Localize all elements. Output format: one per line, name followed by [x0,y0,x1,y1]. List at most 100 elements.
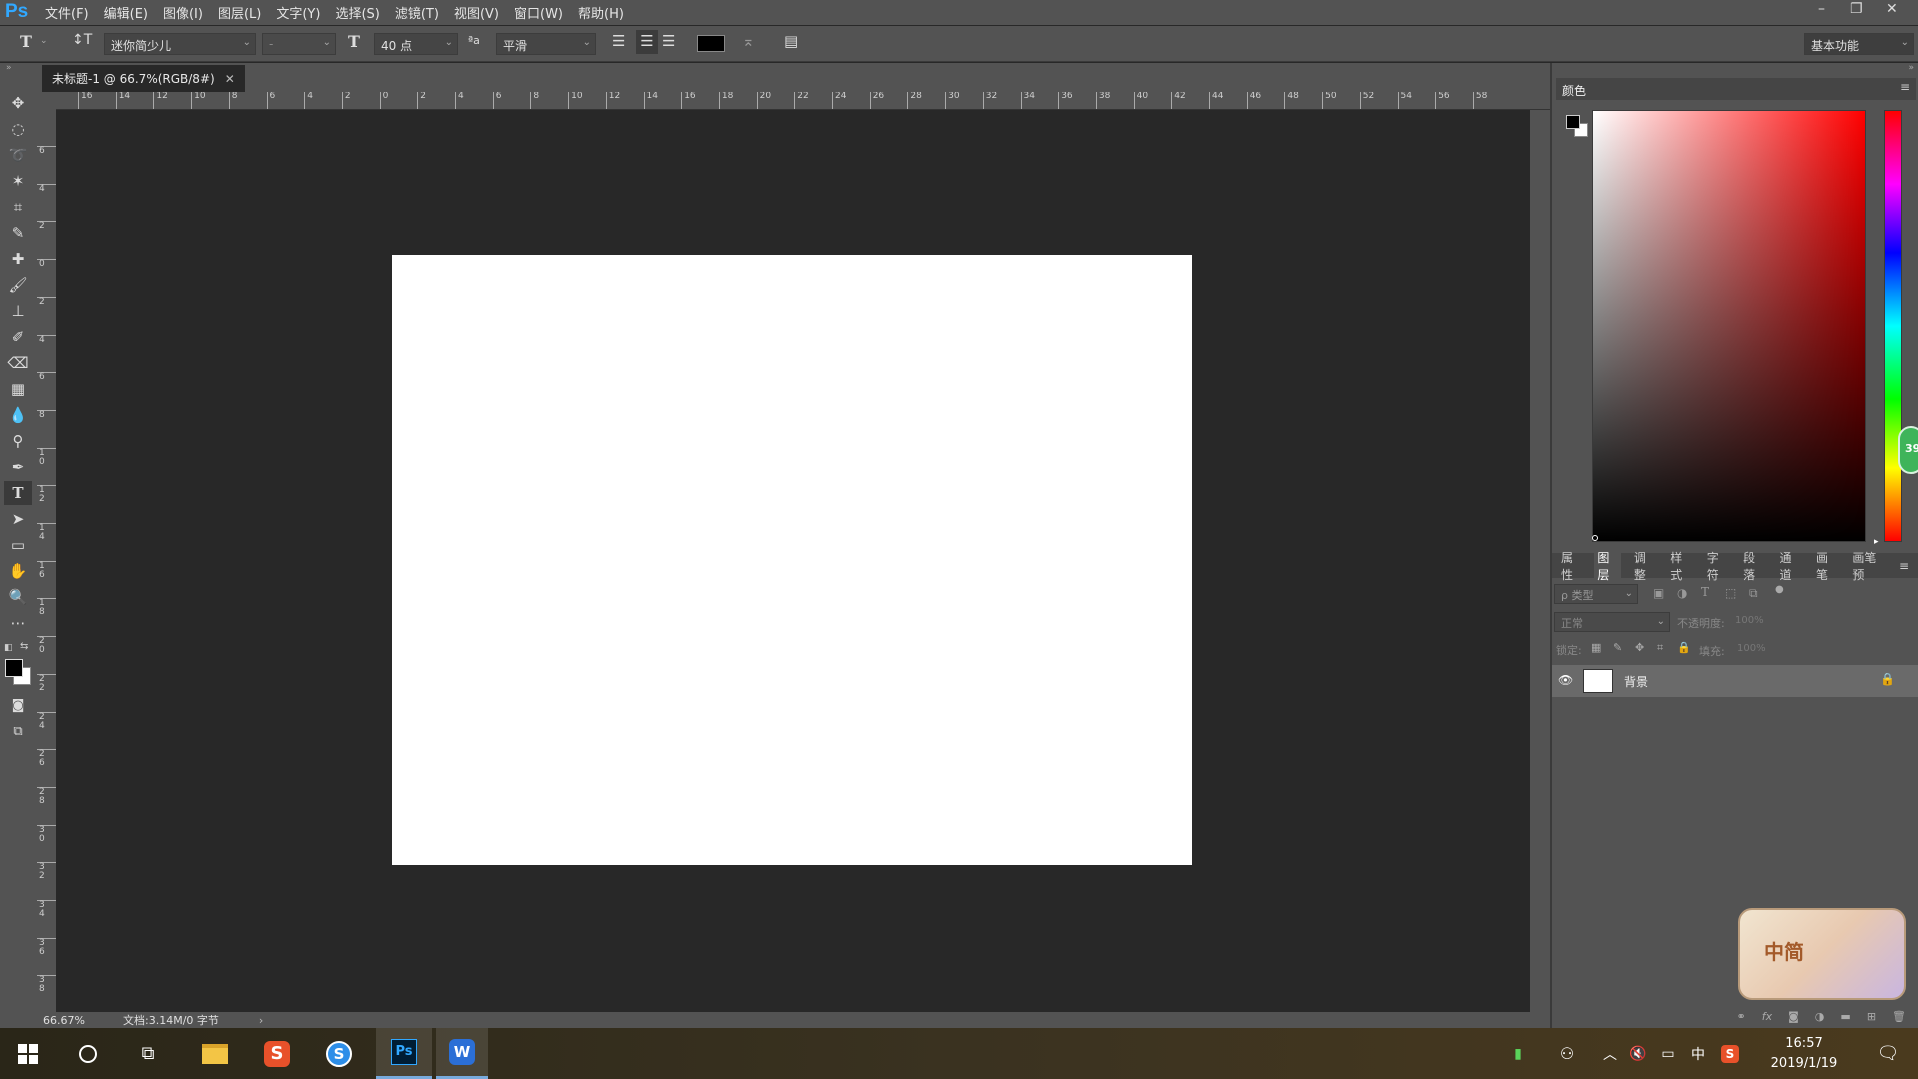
cortana-icon[interactable] [68,1028,108,1079]
add-mask-icon[interactable]: ◙ [1788,1010,1799,1023]
layer-filter-select[interactable]: ρ 类型 ⌄ [1554,584,1638,604]
pen-tool-icon[interactable]: ✒ [4,455,32,479]
tab-paragraph[interactable]: 段落 [1740,546,1766,586]
lock-artboard-icon[interactable]: ⌗ [1657,641,1663,655]
floating-badge[interactable]: 39 [1898,426,1918,474]
people-icon[interactable]: ⚇ [1552,1028,1582,1079]
magic-wand-tool-icon[interactable]: ✶ [4,169,32,193]
minimize-button[interactable]: – [1818,1,1825,17]
filter-toggle-icon[interactable]: ● [1775,584,1784,595]
expand-arrow-icon[interactable]: » [1908,63,1914,73]
swap-colors-icon[interactable]: ⇆ [20,641,28,652]
brush-tool-icon[interactable]: 🖌 [4,273,32,297]
blur-tool-icon[interactable]: 💧 [4,403,32,427]
hand-tool-icon[interactable]: ✋ [4,559,32,583]
antialias-select[interactable]: 平滑 ⌄ [496,33,596,55]
filter-type-icon[interactable]: T [1701,585,1709,599]
workspace-select[interactable]: 基本功能 ⌄ [1804,33,1914,55]
lasso-tool-icon[interactable]: ➰ [4,143,32,167]
menu-help[interactable]: 帮助(H) [578,3,624,22]
zoom-tool-icon[interactable]: 🔍 [4,585,32,609]
sogou-input-icon[interactable]: S [254,1028,300,1079]
color-panel-title[interactable]: 颜色 [1562,82,1586,99]
fill-value[interactable]: 100% [1737,643,1766,654]
history-brush-tool-icon[interactable]: ✐ [4,325,32,349]
warp-text-icon[interactable]: ⌅ [742,32,755,50]
color-picker-field[interactable] [1592,110,1866,542]
close-tab-icon[interactable]: ✕ [225,72,235,86]
filter-smart-object-icon[interactable]: ⧉ [1749,586,1758,601]
font-style-select[interactable]: - ⌄ [262,33,336,55]
filter-shape-icon[interactable]: ⬚ [1725,586,1736,600]
more-tools-icon[interactable]: ⋯ [4,611,32,635]
lock-pixels-icon[interactable]: ✎ [1613,641,1622,654]
wps-writer-icon[interactable]: W [436,1028,488,1079]
adjustment-layer-icon[interactable]: ◑ [1815,1010,1825,1023]
tab-brush-presets[interactable]: 画笔预 [1849,546,1886,586]
filter-adjustment-icon[interactable]: ◑ [1677,586,1687,600]
delete-layer-icon[interactable]: 🗑 [1892,1010,1906,1023]
tab-character[interactable]: 字符 [1704,546,1730,586]
chevron-up-icon[interactable]: ︿ [1598,1028,1622,1079]
layer-row[interactable]: 👁 背景 🔒 [1552,665,1918,697]
layer-name[interactable]: 背景 [1624,673,1648,690]
menu-view[interactable]: 视图(V) [454,3,499,22]
type-tool-icon[interactable]: T [4,481,32,505]
battery-icon[interactable]: ▭ [1656,1028,1680,1079]
font-family-select[interactable]: 迷你简少儿 ⌄ [104,33,256,55]
menu-select[interactable]: 选择(S) [335,3,379,22]
hue-slider[interactable] [1884,110,1902,542]
panel-menu-icon[interactable]: ≡ [1896,556,1912,576]
align-left-icon[interactable]: ☰ [612,32,625,50]
sogou-tray-icon[interactable]: S [1718,1028,1742,1079]
menu-file[interactable]: 文件(F) [45,3,89,22]
new-group-icon[interactable]: ▬ [1840,1010,1850,1023]
lock-position-icon[interactable]: ✥ [1635,641,1644,654]
clone-stamp-tool-icon[interactable]: ⊥ [4,299,32,323]
chevron-right-icon[interactable]: › [259,1014,263,1027]
tab-channels[interactable]: 通道 [1777,546,1803,586]
tab-properties[interactable]: 属性 [1558,546,1584,586]
clock[interactable]: 16:57 2019/1/19 [1752,1028,1856,1079]
eye-icon[interactable]: 👁 [1558,673,1573,687]
task-view-icon[interactable]: ⧉ [128,1028,168,1079]
crop-tool-icon[interactable]: ⌗ [4,195,32,219]
volume-muted-icon[interactable]: 🔇 [1626,1028,1650,1079]
font-size-select[interactable]: 40 点 ⌄ [374,33,458,55]
foreground-color-swatch[interactable] [5,659,23,677]
move-tool-icon[interactable]: ✥ [4,91,32,115]
menu-filter[interactable]: 滤镜(T) [395,3,439,22]
eraser-tool-icon[interactable]: ⌫ [4,351,32,375]
tab-adjustments[interactable]: 调整 [1631,546,1657,586]
tab-layers[interactable]: 图层 [1594,545,1621,586]
eyedropper-tool-icon[interactable]: ✎ [4,221,32,245]
collapse-arrow-icon[interactable]: » [6,63,12,73]
panel-menu-icon[interactable]: ≡ [1900,80,1910,94]
tab-brush[interactable]: 画笔 [1813,546,1839,586]
color-picker-cursor[interactable] [1592,535,1598,541]
chevron-down-icon[interactable]: ⌄ [40,36,48,46]
file-explorer-icon[interactable] [192,1028,238,1079]
battery-app-icon[interactable]: ▮ [1506,1028,1530,1079]
text-color-swatch[interactable] [697,35,725,52]
fx-icon[interactable]: fx [1762,1010,1772,1023]
align-right-icon[interactable]: ☰ [662,32,675,50]
rectangle-tool-icon[interactable]: ▭ [4,533,32,557]
document-canvas[interactable] [392,255,1192,865]
menu-layer[interactable]: 图层(L) [218,3,261,22]
dodge-tool-icon[interactable]: ⚲ [4,429,32,453]
lock-all-icon[interactable]: 🔒 [1677,641,1691,654]
path-selection-tool-icon[interactable]: ➤ [4,507,32,531]
opacity-value[interactable]: 100% [1735,615,1783,626]
zoom-level[interactable]: 66.67% [43,1014,113,1027]
photoshop-taskbar-icon[interactable]: Ps [376,1028,432,1079]
text-orientation-icon[interactable]: ↕T [72,32,92,48]
blend-mode-select[interactable]: 正常 ⌄ [1554,612,1670,632]
sogou-browser-icon[interactable]: S [316,1028,362,1079]
windows-start-icon[interactable] [8,1028,48,1079]
link-layers-icon[interactable]: ⚭ [1737,1010,1746,1023]
quick-mask-icon[interactable]: ◙ [4,693,32,717]
tab-styles[interactable]: 样式 [1667,546,1693,586]
menu-window[interactable]: 窗口(W) [514,3,563,22]
healing-brush-tool-icon[interactable]: ✚ [4,247,32,271]
